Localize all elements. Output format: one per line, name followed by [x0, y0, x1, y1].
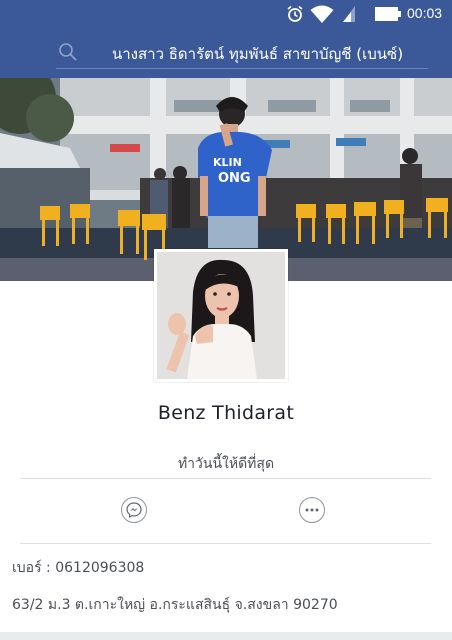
status-bar: 00:03	[0, 0, 452, 30]
signal-icon	[343, 6, 355, 22]
divider	[20, 478, 431, 479]
profile-picture[interactable]	[154, 249, 288, 382]
profile-picture-image	[157, 252, 285, 379]
search-icon[interactable]	[58, 42, 78, 62]
search-underline	[56, 68, 428, 69]
header-title[interactable]: นางสาว ธิดารัตน์ ทุมพันธ์ สาขาบัญชี (เบน…	[112, 42, 403, 66]
message-button[interactable]	[121, 497, 147, 523]
profile-name: Benz Thidarat	[157, 402, 295, 424]
bottom-separator	[0, 632, 452, 640]
shirt-text-1: KLIN	[213, 156, 242, 169]
messenger-icon	[126, 502, 142, 518]
wifi-icon	[310, 5, 334, 23]
alarm-icon	[287, 5, 303, 22]
more-icon	[305, 508, 319, 512]
profile-bio: ทำวันนี้ให้ดีที่สุด	[177, 456, 275, 472]
shirt-text-2: ONG	[218, 171, 251, 186]
battery-icon	[375, 7, 401, 21]
divider	[20, 543, 431, 544]
address: 63/2 ม.3 ต.เกาะใหญ่ อ.กระแสสินธุ์ จ.สงขล…	[12, 597, 338, 613]
more-button[interactable]	[299, 497, 325, 523]
status-time: 00:03	[407, 5, 443, 21]
phone-number[interactable]: เบอร์ : 0612096308	[12, 557, 144, 579]
search-header[interactable]: นางสาว ธิดารัตน์ ทุมพันธ์ สาขาบัญชี (เบน…	[0, 30, 452, 78]
